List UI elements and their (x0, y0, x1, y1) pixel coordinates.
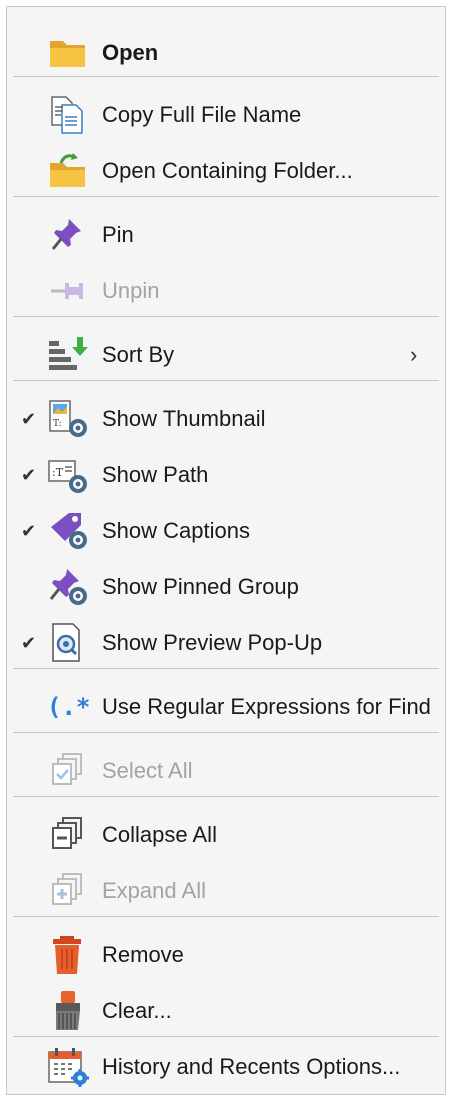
menu-separator (13, 796, 439, 797)
folder-icon (47, 33, 89, 73)
trash-icon (47, 935, 89, 975)
brush-icon (47, 991, 89, 1031)
menu-separator (13, 668, 439, 669)
menu-item-copy-full-file-name-label: Copy Full File Name (102, 102, 302, 127)
menu-item-remove-label: Remove (102, 942, 184, 967)
menu-item-expand-all-label: Expand All (102, 878, 206, 903)
menu-item-show-path[interactable]: ✔ :T Show Path (7, 448, 445, 502)
svg-text:T:: T: (53, 419, 62, 429)
menu-item-sort-by-label: Sort By (102, 342, 175, 367)
menu-separator (13, 732, 439, 733)
svg-text::T: :T (52, 466, 64, 479)
menu-item-use-regex-label: Use Regular Expressions for Find (102, 694, 431, 719)
menu-item-sort-by[interactable]: Sort By › (7, 328, 445, 382)
checkmark-icon: ✔ (21, 633, 37, 653)
checkmark-icon: ✔ (21, 465, 37, 485)
menu-item-open-containing-folder-label: Open Containing Folder... (102, 158, 353, 183)
regex-icon: (.*) (47, 687, 89, 727)
sort-icon (47, 335, 89, 375)
unpin-icon (47, 271, 89, 311)
pinned-group-view-icon (47, 567, 89, 607)
menu-item-show-captions[interactable]: ✔ Show Captions (7, 504, 445, 558)
pin-icon (47, 215, 89, 255)
menu-item-open-containing-folder[interactable]: Open Containing Folder... (7, 144, 445, 198)
menu-item-select-all[interactable]: Select All (7, 744, 445, 798)
menu-item-pin-label: Pin (102, 222, 134, 247)
menu-item-expand-all[interactable]: Expand All (7, 864, 445, 918)
menu-item-clear[interactable]: Clear... (7, 984, 445, 1038)
context-menu: Open Copy Full File Name Open Containing… (6, 6, 446, 1095)
menu-item-unpin-label: Unpin (102, 278, 160, 303)
calendar-settings-icon (47, 1047, 89, 1087)
menu-item-remove[interactable]: Remove (7, 928, 445, 982)
menu-item-use-regex[interactable]: (.*) Use Regular Expressions for Find (7, 680, 445, 734)
menu-separator (13, 316, 439, 317)
thumbnail-view-icon: T: (47, 399, 89, 439)
preview-popup-icon (47, 623, 89, 663)
menu-item-history-options[interactable]: History and Recents Options... (7, 1040, 445, 1094)
menu-separator (13, 76, 439, 77)
menu-item-unpin[interactable]: Unpin (7, 264, 445, 318)
menu-item-show-preview-popup-label: Show Preview Pop-Up (102, 630, 323, 655)
menu-item-collapse-all-label: Collapse All (102, 822, 217, 847)
menu-item-copy-full-file-name[interactable]: Copy Full File Name (7, 88, 445, 142)
select-all-icon (47, 751, 89, 791)
menu-item-history-options-label: History and Recents Options... (102, 1054, 401, 1079)
svg-text:(.*): (.*) (47, 693, 89, 721)
menu-separator (13, 380, 439, 381)
copy-document-icon (47, 95, 89, 135)
menu-separator (13, 196, 439, 197)
menu-item-open[interactable]: Open (7, 26, 445, 80)
menu-item-open-label: Open (102, 40, 159, 65)
menu-item-show-path-label: Show Path (102, 462, 209, 487)
menu-item-select-all-label: Select All (102, 758, 193, 783)
checkmark-icon: ✔ (21, 409, 37, 429)
menu-item-collapse-all[interactable]: Collapse All (7, 808, 445, 862)
menu-item-pin[interactable]: Pin (7, 208, 445, 262)
submenu-arrow-icon: › (410, 342, 418, 367)
expand-all-icon (47, 871, 89, 911)
menu-item-clear-label: Clear... (102, 998, 172, 1023)
menu-item-show-thumbnail[interactable]: ✔ T: Show Thumbnail (7, 392, 445, 446)
menu-item-show-pinned-group[interactable]: Show Pinned Group (7, 560, 445, 614)
folder-arrow-icon (47, 151, 89, 191)
collapse-all-icon (47, 815, 89, 855)
menu-separator (13, 916, 439, 917)
checkmark-icon: ✔ (21, 521, 37, 541)
menu-separator (13, 1036, 439, 1037)
menu-item-show-pinned-group-label: Show Pinned Group (102, 574, 299, 599)
menu-item-show-captions-label: Show Captions (102, 518, 250, 543)
path-view-icon: :T (47, 455, 89, 495)
menu-item-show-thumbnail-label: Show Thumbnail (102, 406, 266, 431)
menu-item-show-preview-popup[interactable]: ✔ Show Preview Pop-Up (7, 616, 445, 670)
captions-view-icon (47, 511, 89, 551)
